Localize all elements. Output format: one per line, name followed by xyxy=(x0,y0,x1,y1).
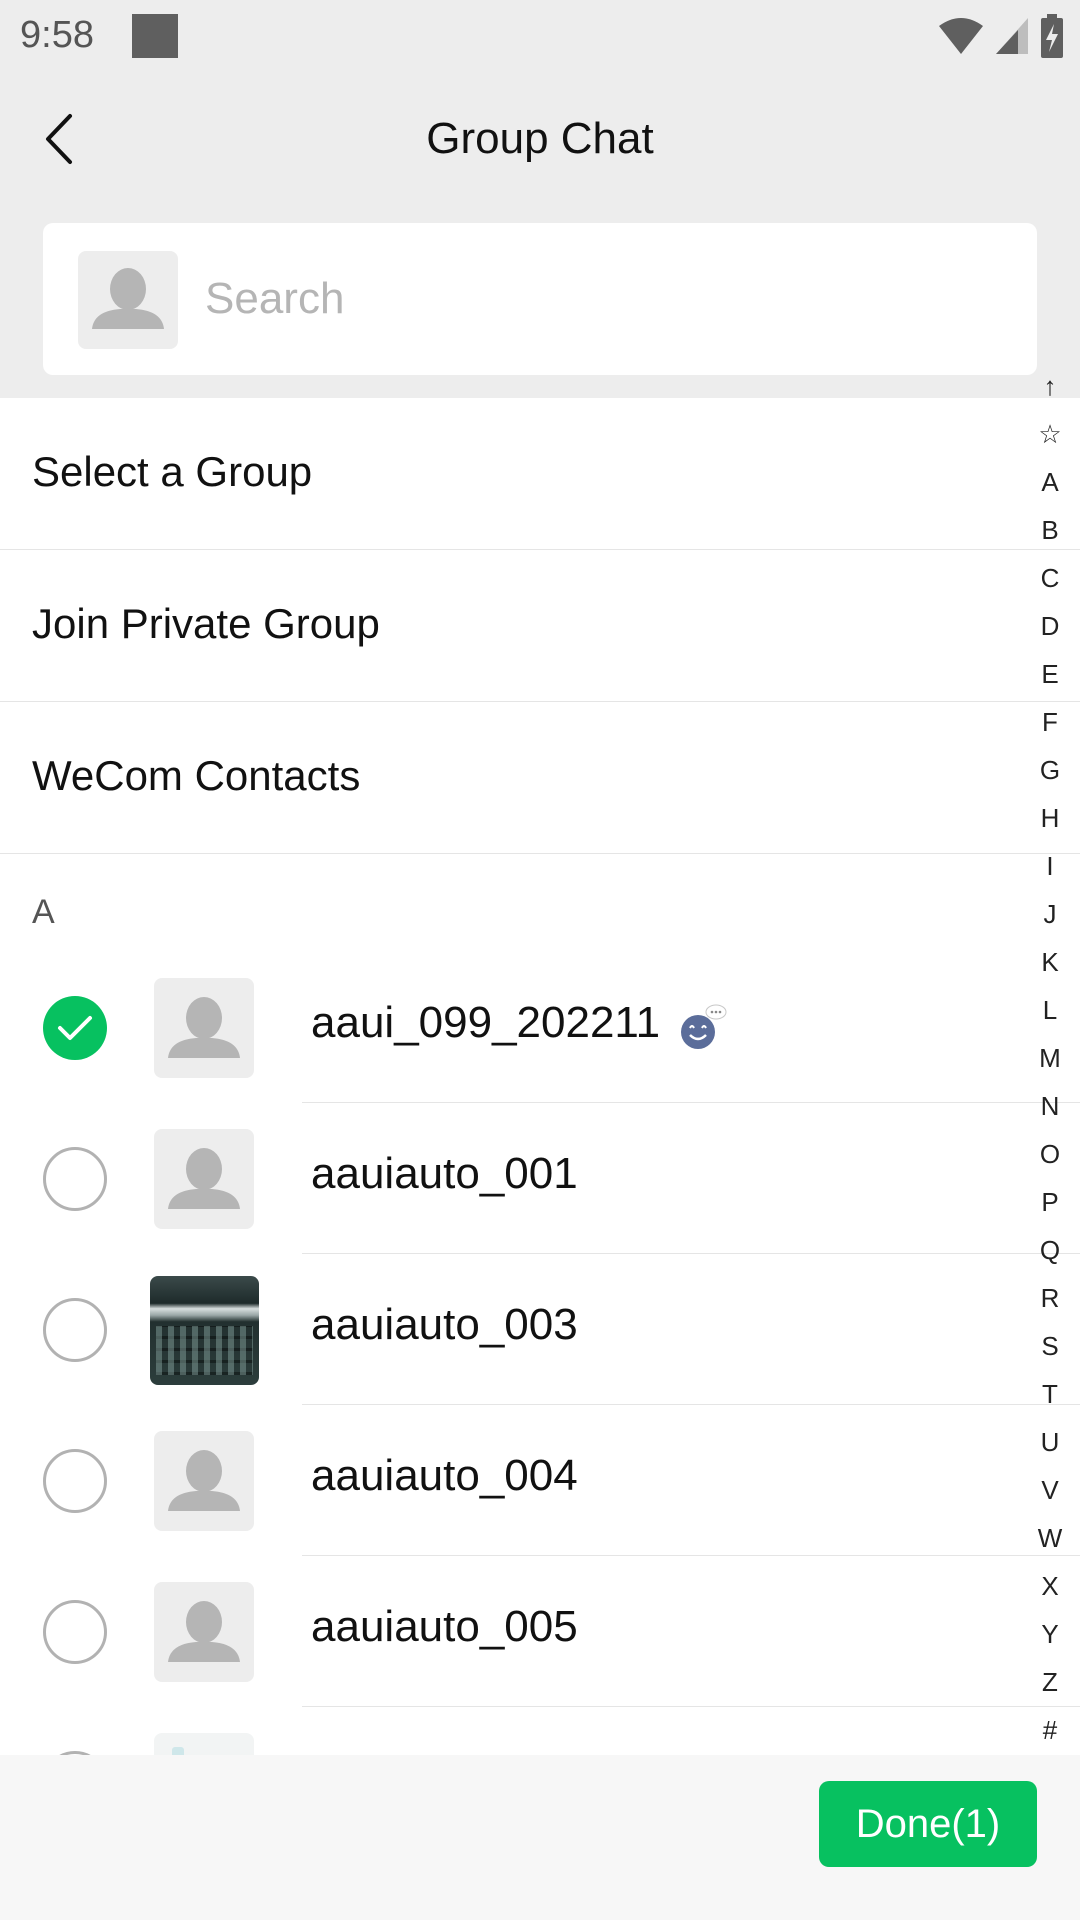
index-item[interactable]: ↑ xyxy=(1020,362,1080,410)
search-input[interactable] xyxy=(205,253,1005,345)
index-item[interactable]: X xyxy=(1020,1562,1080,1610)
smiling-chat-emoji-icon xyxy=(681,1004,727,1049)
index-item[interactable]: U xyxy=(1020,1418,1080,1466)
index-item[interactable]: S xyxy=(1020,1322,1080,1370)
search-box[interactable] xyxy=(43,223,1037,375)
contact-row[interactable] xyxy=(0,1707,1080,1755)
index-item[interactable]: R xyxy=(1020,1274,1080,1322)
section-header: A xyxy=(32,893,55,931)
index-item[interactable]: Q xyxy=(1020,1226,1080,1274)
page-title: Group Chat xyxy=(426,114,654,163)
contact-row[interactable]: aaui_099_202211 xyxy=(0,952,1080,1103)
title-bar: Group Chat xyxy=(0,80,1080,200)
checkbox-unchecked[interactable] xyxy=(43,1600,107,1664)
menu-item-label: Select a Group xyxy=(32,448,313,495)
checkbox-unchecked[interactable] xyxy=(43,1147,107,1211)
contact-name: aauiauto_005 xyxy=(311,1602,578,1651)
index-item[interactable]: D xyxy=(1020,602,1080,650)
notification-square-icon xyxy=(132,14,178,58)
default-avatar-icon xyxy=(154,1129,254,1229)
contact-row[interactable]: aauiauto_005 xyxy=(0,1556,1080,1707)
index-item[interactable]: F xyxy=(1020,698,1080,746)
menu-item-select-group[interactable]: Select a Group xyxy=(0,398,1080,550)
index-item[interactable]: Y xyxy=(1020,1610,1080,1658)
menu-item-wecom-contacts[interactable]: WeCom Contacts xyxy=(0,702,1080,854)
contact-name: aaui_099_202211 xyxy=(311,998,661,1047)
contact-list[interactable]: Select a Group Join Private Group WeCom … xyxy=(0,398,1080,1755)
index-item[interactable]: C xyxy=(1020,554,1080,602)
status-time: 9:58 xyxy=(20,14,94,56)
contact-row[interactable]: aauiauto_004 xyxy=(0,1405,1080,1556)
index-item[interactable]: J xyxy=(1020,890,1080,938)
index-item[interactable]: B xyxy=(1020,506,1080,554)
index-item[interactable]: W xyxy=(1020,1514,1080,1562)
wifi-icon xyxy=(939,18,983,54)
battery-charging-icon xyxy=(1041,14,1063,58)
contact-name: aauiauto_003 xyxy=(311,1300,578,1349)
index-item[interactable]: K xyxy=(1020,938,1080,986)
menu-item-label: WeCom Contacts xyxy=(32,752,361,799)
index-item[interactable]: E xyxy=(1020,650,1080,698)
index-item[interactable]: O xyxy=(1020,1130,1080,1178)
index-item[interactable]: ☆ xyxy=(1020,410,1080,458)
contact-row[interactable]: aauiauto_003 xyxy=(0,1254,1080,1405)
status-icons xyxy=(938,14,1064,58)
contact-row[interactable]: aauiauto_001 xyxy=(0,1103,1080,1254)
done-button[interactable]: Done(1) xyxy=(819,1781,1037,1867)
index-item[interactable]: # xyxy=(1020,1706,1080,1754)
menu-item-label: Join Private Group xyxy=(32,600,380,647)
photo-avatar xyxy=(154,1733,254,1755)
status-bar: 9:58 xyxy=(0,0,1080,80)
keyboard-photo-avatar xyxy=(150,1276,259,1385)
default-avatar-icon xyxy=(154,1582,254,1682)
index-item[interactable]: Z xyxy=(1020,1658,1080,1706)
contact-name: aauiauto_004 xyxy=(311,1451,578,1500)
checkmark-icon xyxy=(58,1016,92,1040)
index-item[interactable]: H xyxy=(1020,794,1080,842)
checkbox-checked[interactable] xyxy=(43,996,107,1060)
default-avatar-icon xyxy=(154,978,254,1078)
contact-name: aauiauto_001 xyxy=(311,1149,578,1198)
default-avatar-icon xyxy=(154,1431,254,1531)
default-avatar-icon xyxy=(78,251,178,349)
menu-item-join-private-group[interactable]: Join Private Group xyxy=(0,550,1080,702)
index-item[interactable]: V xyxy=(1020,1466,1080,1514)
alphabet-index[interactable]: ↑ ☆ A B C D E F G H I J K L M N O P Q R … xyxy=(1020,362,1080,1754)
index-item[interactable]: P xyxy=(1020,1178,1080,1226)
checkbox-unchecked[interactable] xyxy=(43,1449,107,1513)
index-item[interactable]: M xyxy=(1020,1034,1080,1082)
index-item[interactable]: T xyxy=(1020,1370,1080,1418)
signal-icon xyxy=(996,18,1028,54)
bottom-bar: Done(1) xyxy=(0,1755,1080,1920)
index-item[interactable]: I xyxy=(1020,842,1080,890)
index-item[interactable]: A xyxy=(1020,458,1080,506)
index-item[interactable]: G xyxy=(1020,746,1080,794)
checkbox-unchecked[interactable] xyxy=(43,1298,107,1362)
index-item[interactable]: L xyxy=(1020,986,1080,1034)
index-item[interactable]: N xyxy=(1020,1082,1080,1130)
